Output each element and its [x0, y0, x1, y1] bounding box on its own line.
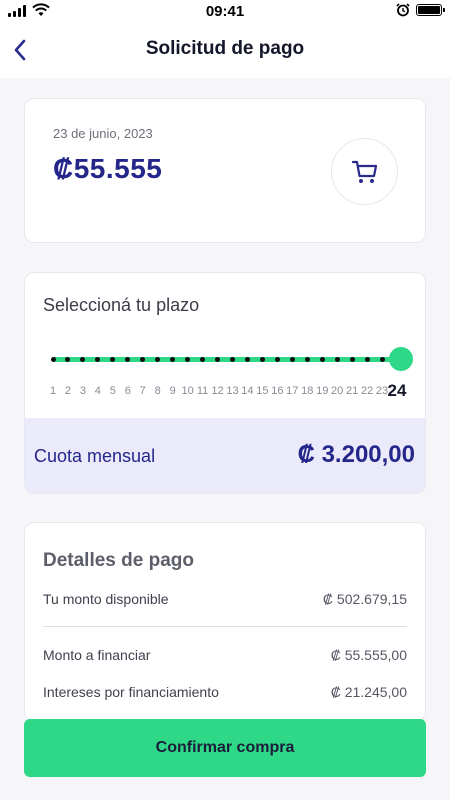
slider-track [53, 357, 397, 362]
payment-amount: ₡55.555 [53, 153, 163, 184]
term-tick-label[interactable]: 5 [110, 385, 116, 397]
term-tick-label[interactable]: 14 [241, 385, 253, 397]
payment-date: 23 de junio, 2023 [53, 126, 153, 141]
cart-badge [331, 138, 398, 205]
status-time: 09:41 [205, 3, 245, 20]
monthly-installment-label: Cuota mensual [34, 446, 156, 466]
alarm-icon [396, 3, 410, 17]
details-title: Detalles de pago [43, 550, 194, 571]
term-selection-card: Seleccioná tu plazo 1 2 3 4 5 6 7 8 9 10 11 12 13 14 1… [24, 272, 426, 494]
term-tick-labels: 1 2 3 4 5 6 7 8 9 10 11 12 13 14 15 16 17 18 19 20 21 22 23 24 [50, 381, 413, 403]
slider-step-dot [244, 357, 250, 362]
detail-value: ₡ 502.679,15 [322, 591, 407, 607]
term-tick-label[interactable]: 12 [211, 385, 223, 397]
term-tick-label[interactable]: 11 [197, 385, 208, 397]
term-tick-label[interactable]: 7 [140, 385, 146, 397]
nav-bar: Solicitud de pago [0, 22, 450, 78]
slider-step-dot [379, 357, 385, 362]
confirm-purchase-button[interactable]: Confirmar compra [24, 719, 426, 777]
detail-row-available: Tu monto disponible ₡ 502.679,15 [43, 591, 407, 607]
term-tick-label[interactable]: 3 [80, 385, 86, 397]
slider-step-dot [50, 357, 56, 362]
term-tick-label[interactable]: 17 [286, 385, 298, 397]
term-tick-label[interactable]: 15 [256, 385, 268, 397]
slider-step-dot [215, 357, 221, 362]
term-tick-label[interactable]: 4 [95, 385, 101, 397]
shopping-cart-icon [351, 160, 377, 183]
detail-value: ₡ 21.245,00 [330, 684, 407, 700]
detail-row-financed: Monto a financiar ₡ 55.555,00 [43, 647, 407, 663]
detail-label: Intereses por financiamiento [43, 684, 219, 700]
detail-label: Tu monto disponible [43, 591, 169, 607]
term-tick-label[interactable]: 21 [346, 385, 358, 397]
term-slider[interactable] [50, 345, 413, 373]
term-tick-label[interactable]: 9 [170, 385, 176, 397]
term-tick-label[interactable]: 18 [301, 385, 313, 397]
slider-step-dot [319, 357, 325, 362]
monthly-installment-band: Cuota mensual ₡ 3.200,00 [25, 418, 425, 493]
slider-step-dot [334, 357, 340, 362]
term-tick-label[interactable]: 10 [181, 385, 193, 397]
slider-step-dot [229, 357, 235, 362]
monthly-installment-value: ₡ 3.200,00 [297, 441, 415, 468]
slider-step-dot [259, 357, 265, 362]
term-tick-label[interactable]: 24 [388, 381, 407, 401]
slider-step-dot [349, 357, 355, 362]
status-bar: 09:41 [0, 0, 450, 22]
term-tick-label[interactable]: 8 [155, 385, 161, 397]
battery-icon [416, 4, 445, 16]
slider-step-dot [274, 357, 280, 362]
term-tick-label[interactable]: 22 [361, 385, 373, 397]
term-tick-label[interactable]: 6 [125, 385, 131, 397]
term-tick-label[interactable]: 16 [271, 385, 283, 397]
term-tick-label[interactable]: 2 [65, 385, 71, 397]
payment-details-card: Detalles de pago Tu monto disponible ₡ 5… [24, 522, 426, 722]
slider-thumb[interactable] [389, 347, 413, 371]
slider-step-dot [304, 357, 310, 362]
slider-step-dot [364, 357, 370, 362]
term-tick-label[interactable]: 13 [226, 385, 238, 397]
slider-step-dot [289, 357, 295, 362]
term-tick-label[interactable]: 1 [50, 385, 56, 397]
detail-row-interest: Intereses por financiamiento ₡ 21.245,00 [43, 684, 407, 700]
term-tick-label[interactable]: 20 [331, 385, 343, 397]
detail-value: ₡ 55.555,00 [330, 647, 407, 663]
details-divider [43, 626, 407, 627]
term-tick-label[interactable]: 19 [316, 385, 328, 397]
page-title: Solicitud de pago [145, 38, 305, 59]
detail-label: Monto a financiar [43, 647, 151, 663]
term-title: Seleccioná tu plazo [43, 295, 200, 315]
payment-summary-card: 23 de junio, 2023 ₡55.555 [24, 98, 426, 243]
term-tick-label[interactable]: 23 [376, 385, 388, 397]
